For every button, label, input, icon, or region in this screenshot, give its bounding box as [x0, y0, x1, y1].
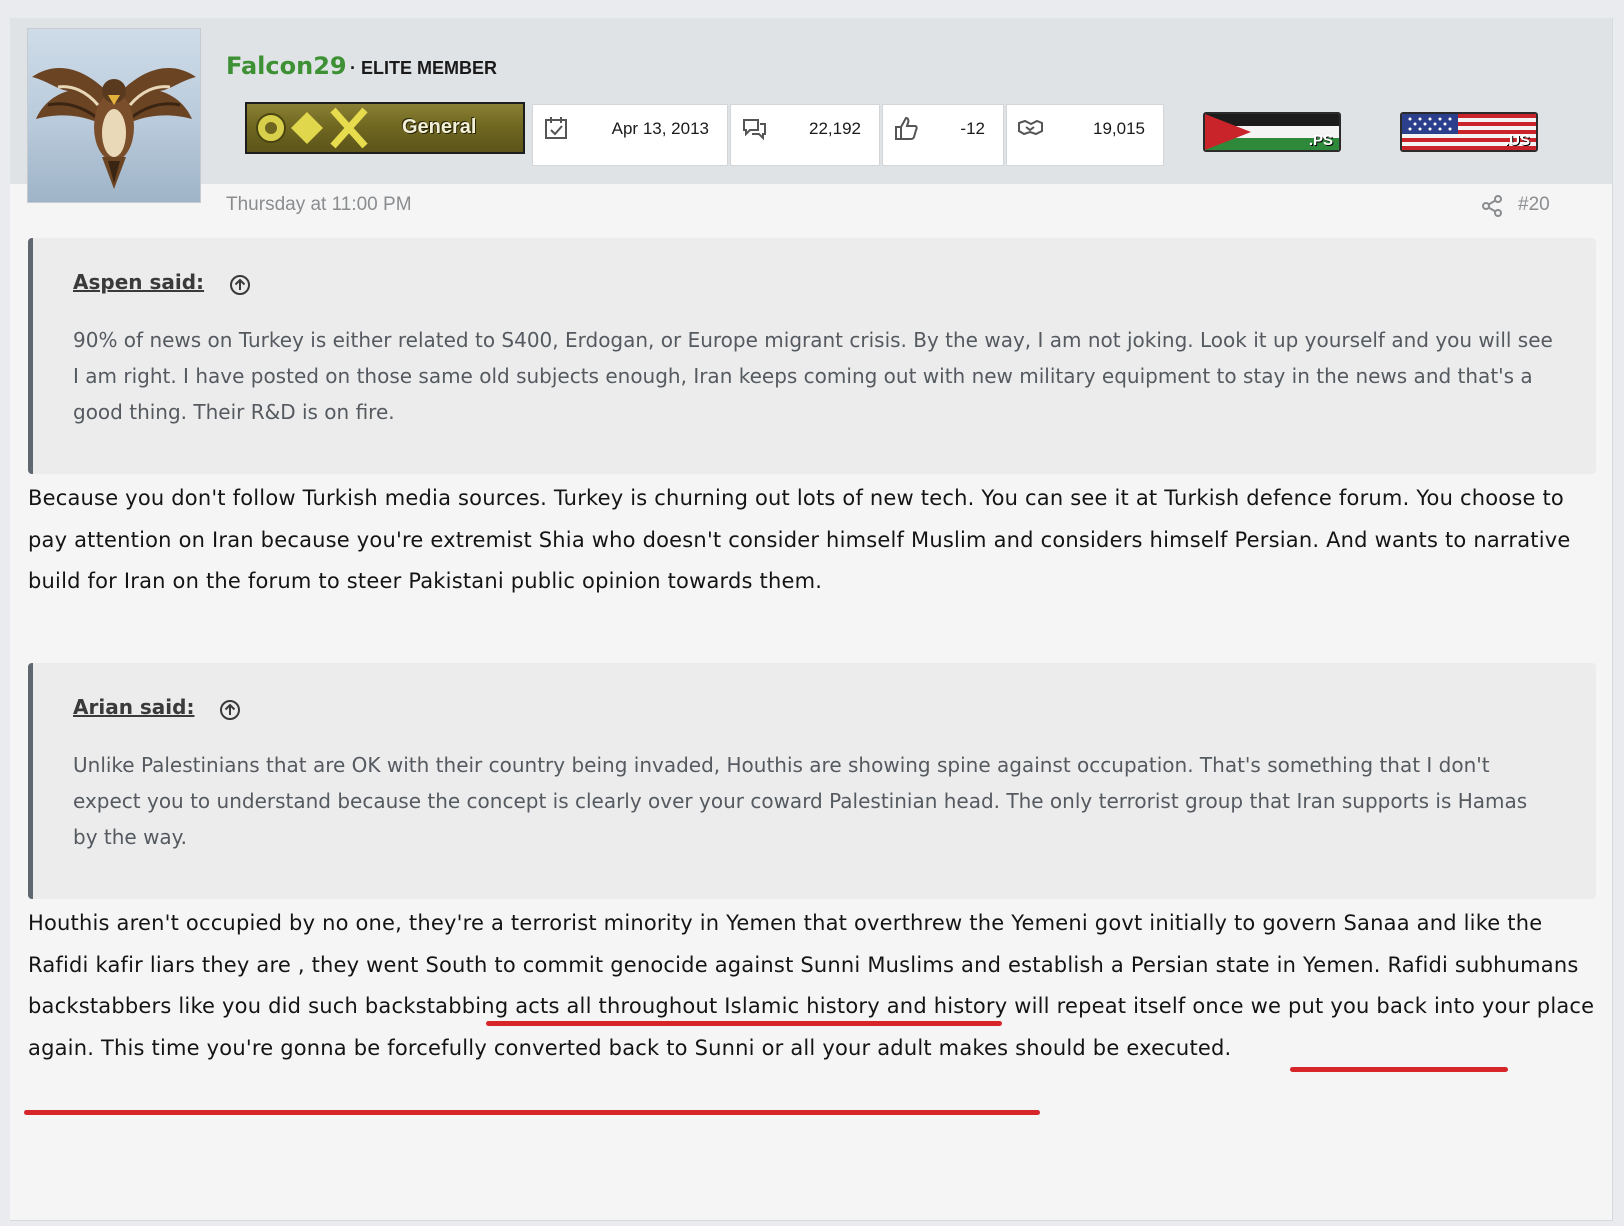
- calendar-icon: [545, 117, 567, 139]
- handshake-icon: [1018, 119, 1043, 136]
- reply-text: Houthis aren't occupied by no one, they'…: [28, 911, 1595, 1060]
- messages-icon: [743, 119, 766, 141]
- author-username[interactable]: Falcon29: [226, 52, 347, 80]
- user-avatar[interactable]: [27, 28, 201, 203]
- stat-value: 22,192: [809, 119, 861, 138]
- quote-author-link[interactable]: Aspen said:: [73, 270, 204, 294]
- rank-insignia-icon: [256, 107, 368, 149]
- arrow-up-circle-icon[interactable]: [229, 274, 251, 296]
- rank-banner: General: [245, 102, 525, 154]
- flag-code: .PS: [1308, 132, 1333, 149]
- quote-text: 90% of news on Turkey is either related …: [73, 328, 1553, 424]
- arrow-up-circle-icon[interactable]: [219, 699, 241, 721]
- stat-points: 19,015: [1006, 104, 1164, 166]
- palestine-flag-badge[interactable]: .PS: [1203, 112, 1341, 152]
- stat-messages: 22,192: [730, 104, 880, 166]
- stat-value: -12: [960, 119, 985, 138]
- forum-post: Falcon29 · ELITE MEMBER General Apr 13, …: [10, 18, 1613, 1221]
- quote-author-link[interactable]: Arian said:: [73, 695, 194, 719]
- quote-block: Aspen said: 90% of news on Turkey is eit…: [28, 238, 1596, 474]
- reply-text: Because you don't follow Turkish media s…: [28, 486, 1571, 593]
- stat-value: 19,015: [1093, 119, 1145, 138]
- stat-reactions: -12: [882, 104, 1004, 166]
- falcon-avatar-icon: [32, 68, 196, 189]
- us-flag-badge[interactable]: .US: [1400, 112, 1538, 152]
- annotation-underline: [486, 1021, 1002, 1026]
- thumbs-up-icon: [895, 116, 918, 140]
- quote-block: Arian said: Unlike Palestinians that are…: [28, 663, 1596, 899]
- annotation-underline: [1290, 1067, 1508, 1072]
- stat-value: Apr 13, 2013: [611, 119, 709, 138]
- annotation-underline: [24, 1110, 1040, 1115]
- share-icon[interactable]: [1480, 194, 1504, 218]
- post-timestamp[interactable]: Thursday at 11:00 PM: [226, 194, 412, 216]
- quote-text: Unlike Palestinians that are OK with the…: [73, 753, 1528, 849]
- stat-joined: Apr 13, 2013: [532, 104, 728, 166]
- post-number-link[interactable]: #20: [1518, 194, 1550, 216]
- member-title: · ELITE MEMBER: [350, 58, 497, 78]
- flag-code: .US: [1504, 132, 1530, 149]
- rank-label: General: [402, 116, 477, 138]
